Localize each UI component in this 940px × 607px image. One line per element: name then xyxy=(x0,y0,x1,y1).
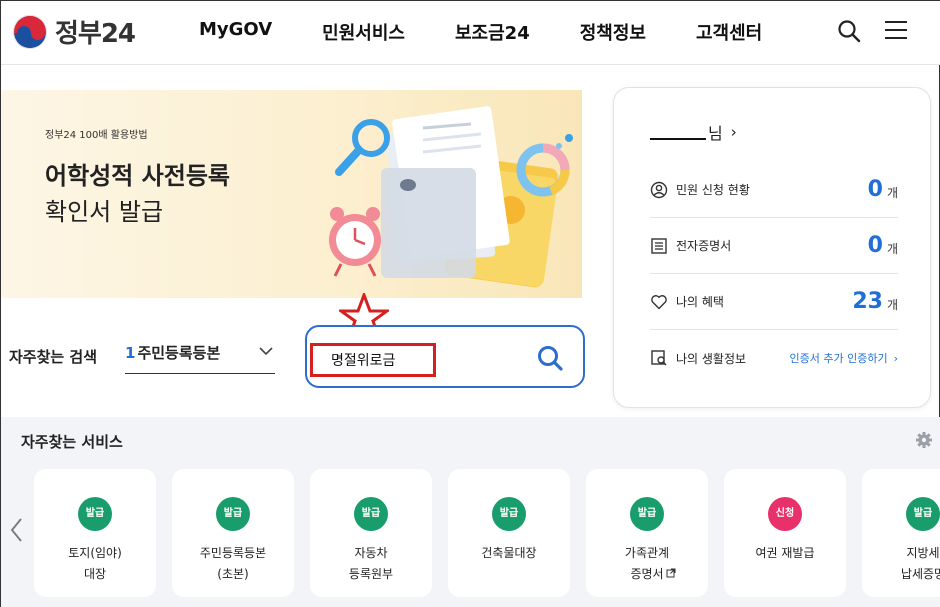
magnifier-doc-icon xyxy=(651,350,667,366)
add-certificate-link[interactable]: 인증서 추가 인증하기 xyxy=(790,350,888,366)
logo-text: 정부24 xyxy=(55,19,136,49)
section-title: 자주찾는 서비스 xyxy=(21,433,123,451)
nav-customer-center[interactable]: 고객센터 xyxy=(696,19,762,45)
nav-subsidy24[interactable]: 보조금24 xyxy=(455,19,530,45)
service-name: 지방세 납세증명 xyxy=(900,546,940,581)
main-search-box xyxy=(305,325,585,388)
service-badge: 발급 xyxy=(906,497,940,531)
nav-civil-service[interactable]: 민원서비스 xyxy=(322,19,405,45)
banner-subtitle: 정부24 100배 활용방법 xyxy=(45,130,148,141)
frequent-search-label: 자주찾는 검색 xyxy=(9,348,98,366)
row-unit: 개 xyxy=(886,186,898,200)
hamburger-menu-icon[interactable] xyxy=(885,21,907,41)
row-count: 23 xyxy=(852,289,883,314)
site-logo[interactable]: 정부24 xyxy=(13,13,136,50)
row-count: 0 xyxy=(867,233,883,258)
service-name: 여권 재발급 xyxy=(755,546,815,560)
user-name-suffix: 님 xyxy=(708,124,723,143)
service-card[interactable]: 발급 주민등록등본 (초본) xyxy=(172,469,294,597)
nav-policy-info[interactable]: 정책정보 xyxy=(580,19,646,45)
service-badge: 발급 xyxy=(78,497,112,531)
nav-mygov[interactable]: MyGOV xyxy=(199,19,272,45)
user-summary-card: 님 › 민원 신청 현황 0 개 전자증명서 0 개 나의 혜택 23 개 나의… xyxy=(613,87,931,408)
service-badge: 발급 xyxy=(492,497,526,531)
chevron-down-icon xyxy=(259,347,273,356)
row-label: 전자증명서 xyxy=(676,239,732,253)
frequent-services-section: 자주찾는 서비스 발급 토지(임야) 대장 발급 주민등록등본 (초본) 발급 … xyxy=(1,417,940,607)
service-name: 주민등록등본 (초본) xyxy=(199,546,267,581)
service-card[interactable]: 발급 자동차 등록원부 xyxy=(310,469,432,597)
service-name: 토지(임야) 대장 xyxy=(68,546,122,581)
user-greeting[interactable]: 님 › xyxy=(650,120,737,144)
row-count: 0 xyxy=(867,177,883,202)
banner-illustration xyxy=(329,106,573,288)
banner-title-line1: 어학성적 사전등록 xyxy=(45,162,230,190)
chevron-left-icon[interactable] xyxy=(9,517,23,543)
row-unit: 개 xyxy=(886,242,898,256)
row-my-benefits[interactable]: 나의 혜택 23 개 xyxy=(650,274,898,330)
row-e-certificates[interactable]: 전자증명서 0 개 xyxy=(650,218,898,274)
row-label: 민원 신청 현황 xyxy=(676,183,750,197)
search-submit-icon[interactable] xyxy=(536,344,564,372)
row-label: 나의 생활정보 xyxy=(676,351,747,366)
service-card[interactable]: 발급 토지(임야) 대장 xyxy=(34,469,156,597)
row-unit: 개 xyxy=(886,298,898,312)
service-badge: 신청 xyxy=(768,497,802,531)
redacted-username xyxy=(650,124,706,140)
service-badge: 발급 xyxy=(216,497,250,531)
service-card[interactable]: 신청 여권 재발급 xyxy=(724,469,846,597)
service-badge: 발급 xyxy=(354,497,388,531)
service-name: 자동차 등록원부 xyxy=(348,546,394,581)
search-icon[interactable] xyxy=(837,19,861,43)
heart-icon xyxy=(651,294,667,309)
external-link-icon xyxy=(666,568,676,578)
frequent-search-rank: 1 xyxy=(125,344,136,362)
document-icon xyxy=(651,237,667,254)
promo-banner[interactable]: 정부24 100배 활용방법 어학성적 사전등록 확인서 발급 xyxy=(1,90,582,298)
banner-title-line2: 확인서 발급 xyxy=(45,198,164,226)
service-card[interactable]: 발급 건축물대장 xyxy=(448,469,570,597)
row-label: 나의 혜택 xyxy=(676,295,724,309)
chevron-right-icon: › xyxy=(893,351,898,365)
frequent-search-dropdown[interactable]: 1 주민등록등본 xyxy=(125,342,275,374)
service-card[interactable]: 발급 가족관계 증명서 xyxy=(586,469,708,597)
search-input[interactable] xyxy=(310,343,436,377)
frequent-search-keyword: 주민등록등본 xyxy=(137,344,221,362)
service-badge: 발급 xyxy=(630,497,664,531)
gear-icon[interactable] xyxy=(915,431,933,449)
user-circle-icon xyxy=(650,181,668,198)
main-nav: MyGOV 민원서비스 보조금24 정책정보 고객센터 xyxy=(199,19,812,45)
service-card[interactable]: 발급 지방세 납세증명 xyxy=(862,469,940,597)
row-application-status[interactable]: 민원 신청 현황 0 개 xyxy=(650,162,898,218)
chevron-right-icon: › xyxy=(730,123,737,141)
top-header: 정부24 MyGOV 민원서비스 보조금24 정책정보 고객센터 xyxy=(1,1,940,65)
service-name: 가족관계 증명서 xyxy=(624,546,670,581)
service-name: 건축물대장 xyxy=(481,546,537,560)
taegeuk-logo-icon xyxy=(13,14,47,49)
row-life-info[interactable]: 나의 생활정보 인증서 추가 인증하기 › xyxy=(650,330,898,386)
